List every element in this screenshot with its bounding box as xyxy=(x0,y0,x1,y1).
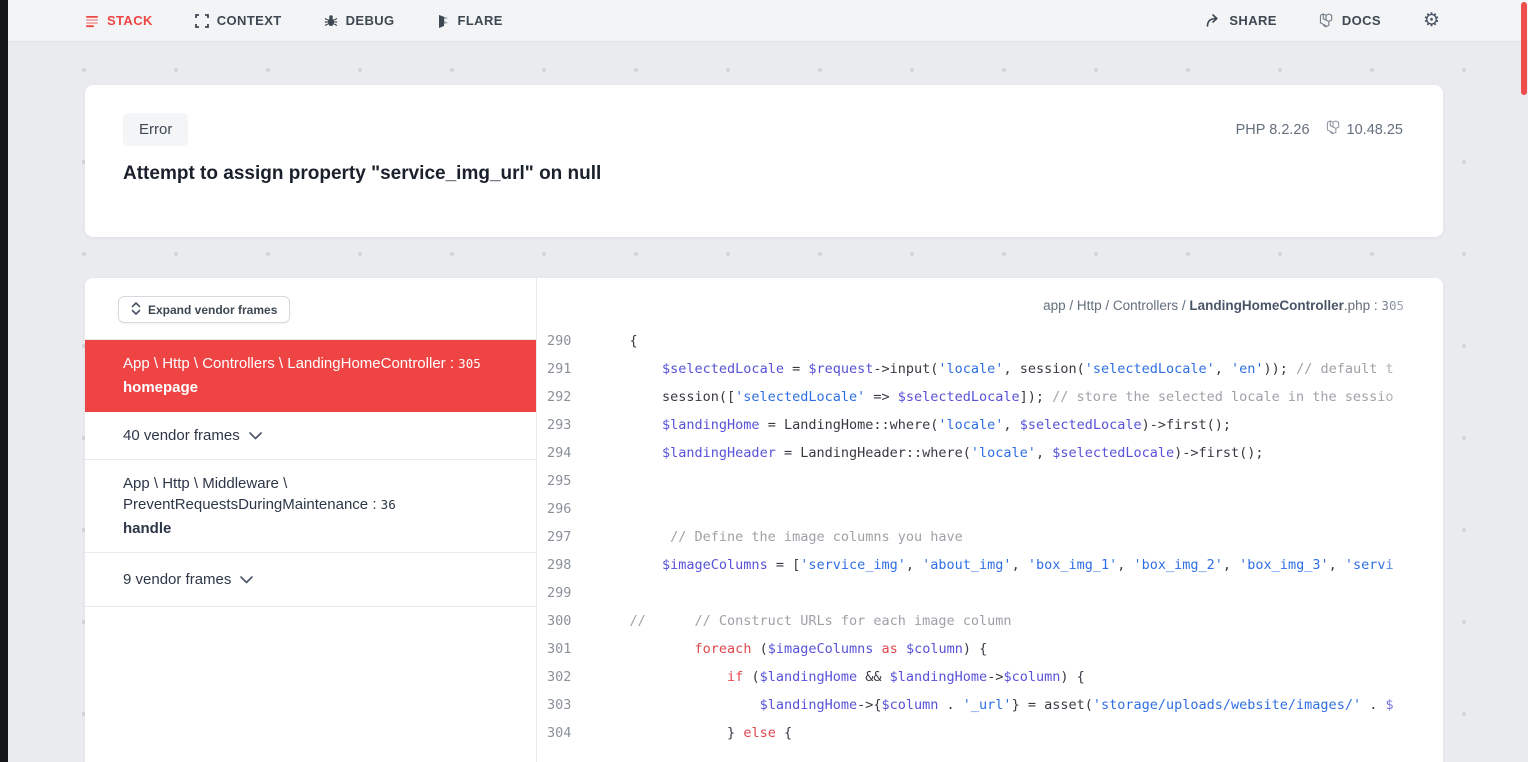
flare-icon xyxy=(437,14,450,28)
frame-line-number: 305 xyxy=(458,356,481,371)
code-file-name: LandingHomeController xyxy=(1189,298,1344,313)
code-line: 298 $imageColumns = ['service_img', 'abo… xyxy=(537,551,1443,579)
line-number: 297 xyxy=(547,529,587,545)
tab-stack-label: STACK xyxy=(107,13,153,28)
docs-button[interactable]: DOCS xyxy=(1319,13,1381,28)
error-card: Error PHP 8.2.26 10.48.25 Attempt to ass… xyxy=(85,85,1443,237)
frames-header: Expand vendor frames xyxy=(85,278,536,340)
code-line: 297 // Define the image columns you have xyxy=(537,523,1443,551)
code-line: 301 foreach ($imageColumns as $column) { xyxy=(537,635,1443,663)
nav-actions: SHARE DOCS ⚙ xyxy=(1206,11,1440,30)
nav-tabs: STACK CONTEXT DEBUG FLARE xyxy=(85,13,503,28)
code-line: 296 xyxy=(537,495,1443,523)
code-file-line: 305 xyxy=(1381,298,1404,313)
top-navbar: STACK CONTEXT DEBUG FLARE SHARE xyxy=(8,0,1528,42)
code-line: 294 $landingHeader = LandingHeader::wher… xyxy=(537,439,1443,467)
code-line: 292 session(['selectedLocale' => $select… xyxy=(537,383,1443,411)
context-icon xyxy=(195,14,209,28)
laravel-icon xyxy=(1326,120,1341,139)
tab-context[interactable]: CONTEXT xyxy=(195,13,282,28)
page-scrollbar[interactable] xyxy=(1520,0,1528,762)
code-line: 291 $selectedLocale = $request->input('l… xyxy=(537,355,1443,383)
line-number: 293 xyxy=(547,417,587,433)
stack-frame-active[interactable]: App \ Http \ Controllers \ LandingHomeCo… xyxy=(85,340,536,412)
unfold-icon xyxy=(131,302,141,318)
line-number: 301 xyxy=(547,641,587,657)
stack-frame-middleware[interactable]: App \ Http \ Middleware \ PreventRequest… xyxy=(85,460,536,553)
code-line: 299 xyxy=(537,579,1443,607)
line-number: 290 xyxy=(547,333,587,349)
tab-context-label: CONTEXT xyxy=(217,13,282,28)
stack-trace-card: Expand vendor frames App \ Http \ Contro… xyxy=(85,278,1443,762)
chevron-down-icon xyxy=(240,571,253,588)
docs-label: DOCS xyxy=(1342,13,1381,28)
code-line: 304 } else { xyxy=(537,719,1443,747)
line-number: 298 xyxy=(547,557,587,573)
frame-method: handle xyxy=(123,520,498,537)
laravel-version: 10.48.25 xyxy=(1347,122,1403,138)
vendor-frames-group-1[interactable]: 40 vendor frames xyxy=(85,412,536,460)
frame-method: homepage xyxy=(123,379,498,396)
tab-stack[interactable]: STACK xyxy=(85,13,153,28)
laravel-version-item: 10.48.25 xyxy=(1326,120,1403,139)
line-number: 299 xyxy=(547,585,587,601)
tab-flare[interactable]: FLARE xyxy=(437,13,503,28)
line-number: 292 xyxy=(547,389,587,405)
runtime-versions: PHP 8.2.26 10.48.25 xyxy=(1236,120,1403,139)
vendor-group-label: 40 vendor frames xyxy=(123,427,240,444)
error-message-title: Attempt to assign property "service_img_… xyxy=(123,163,1383,185)
vendor-group-label: 9 vendor frames xyxy=(123,571,231,588)
php-version: PHP 8.2.26 xyxy=(1236,122,1310,138)
code-lines: 290 {291 $selectedLocale = $request->inp… xyxy=(537,327,1443,747)
code-file-path: app / Http / Controllers / LandingHomeCo… xyxy=(537,298,1443,313)
line-number: 302 xyxy=(547,669,587,685)
line-number: 304 xyxy=(547,725,587,741)
line-number: 296 xyxy=(547,501,587,517)
share-icon xyxy=(1206,14,1221,27)
stack-frames-sidebar: Expand vendor frames App \ Http \ Contro… xyxy=(85,278,537,762)
scrollbar-thumb[interactable] xyxy=(1521,2,1527,95)
expand-vendor-frames-button[interactable]: Expand vendor frames xyxy=(118,296,290,323)
code-line: 295 xyxy=(537,467,1443,495)
window-left-edge xyxy=(0,0,8,762)
bug-icon xyxy=(324,14,338,28)
error-type-badge: Error xyxy=(123,113,188,146)
line-number: 291 xyxy=(547,361,587,377)
frame-line-number: 36 xyxy=(381,497,396,512)
tab-debug[interactable]: DEBUG xyxy=(324,13,395,28)
line-number: 295 xyxy=(547,473,587,489)
vendor-frames-group-2[interactable]: 9 vendor frames xyxy=(85,553,536,607)
frame-path: App \ Http \ Controllers \ LandingHomeCo… xyxy=(123,353,498,374)
settings-gear-icon[interactable]: ⚙ xyxy=(1423,11,1440,30)
code-line: 293 $landingHome = LandingHome::where('l… xyxy=(537,411,1443,439)
code-viewer: app / Http / Controllers / LandingHomeCo… xyxy=(537,278,1443,762)
frame-path: App \ Http \ Middleware \ PreventRequest… xyxy=(123,473,498,515)
tab-flare-label: FLARE xyxy=(458,13,503,28)
code-line: 303 $landingHome->{$column . '_url'} = a… xyxy=(537,691,1443,719)
line-number: 294 xyxy=(547,445,587,461)
tab-debug-label: DEBUG xyxy=(346,13,395,28)
chevron-down-icon xyxy=(249,427,262,444)
code-line: 290 { xyxy=(537,327,1443,355)
share-button[interactable]: SHARE xyxy=(1206,13,1276,28)
expand-vendor-frames-label: Expand vendor frames xyxy=(148,303,277,317)
line-number: 300 xyxy=(547,613,587,629)
line-number: 303 xyxy=(547,697,587,713)
code-line: 302 if ($landingHome && $landingHome->$c… xyxy=(537,663,1443,691)
stack-icon xyxy=(85,14,99,28)
code-line: 300 // // Construct URLs for each image … xyxy=(537,607,1443,635)
share-label: SHARE xyxy=(1229,13,1276,28)
laravel-icon xyxy=(1319,13,1334,28)
